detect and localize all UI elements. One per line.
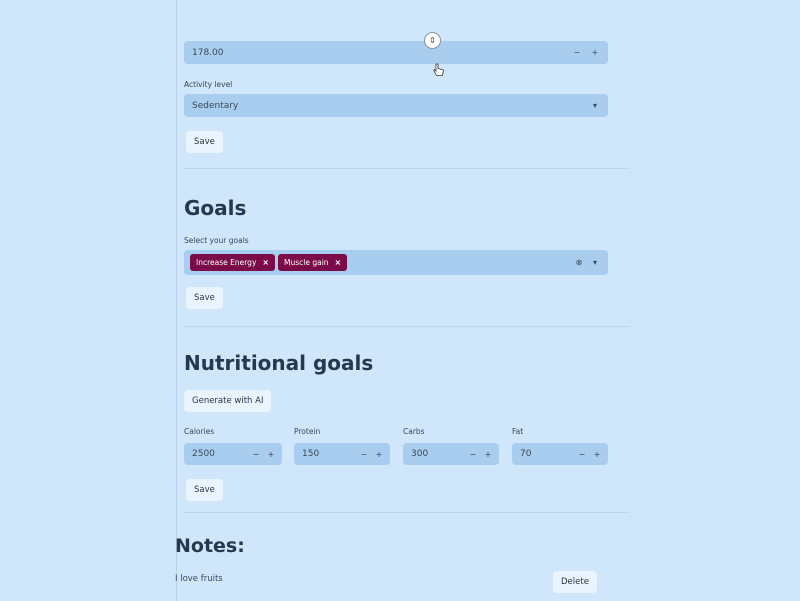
protein-value: 150 — [302, 449, 320, 459]
increment-button[interactable]: + — [588, 41, 602, 64]
hand-cursor-icon — [433, 63, 444, 76]
goals-title: Goals — [184, 196, 247, 220]
section-divider — [184, 168, 630, 169]
activity-level-label: Activity level — [184, 80, 233, 89]
scroll-handle[interactable]: ⇕ — [424, 32, 441, 49]
content-border — [176, 0, 177, 601]
carbs-value: 300 — [411, 449, 429, 459]
decrement-button[interactable]: − — [250, 443, 262, 465]
goal-chip-muscle-gain[interactable]: Muscle gain × — [278, 254, 348, 271]
carbs-label: Carbs — [403, 427, 425, 436]
clear-all-icon[interactable]: ⊗ — [572, 250, 586, 275]
decrement-button[interactable]: − — [576, 443, 588, 465]
save-goals-button[interactable]: Save — [186, 287, 223, 309]
increment-button[interactable]: + — [373, 443, 385, 465]
increment-button[interactable]: + — [591, 443, 603, 465]
note-text: I love fruits — [175, 574, 223, 584]
height-value: 178.00 — [192, 47, 224, 58]
calories-label: Calories — [184, 427, 215, 436]
activity-level-select[interactable]: Sedentary ▾ — [184, 94, 608, 117]
chevron-down-icon: ▾ — [592, 258, 597, 267]
save-profile-button[interactable]: Save — [186, 131, 223, 153]
goal-chip-label: Muscle gain — [284, 258, 329, 267]
activity-level-value: Sedentary — [192, 100, 239, 111]
generate-with-ai-button[interactable]: Generate with AI — [184, 390, 272, 412]
protein-input[interactable]: 150 − + — [294, 443, 390, 465]
carbs-input[interactable]: 300 − + — [403, 443, 499, 465]
fat-value: 70 — [520, 449, 532, 459]
delete-note-button[interactable]: Delete — [553, 571, 597, 593]
chip-remove-icon[interactable]: × — [335, 258, 342, 267]
decrement-button[interactable]: − — [358, 443, 370, 465]
fat-input[interactable]: 70 − + — [512, 443, 608, 465]
app-page: 178.00 − + ⇕ Activity level Sedentary ▾ … — [0, 0, 800, 601]
decrement-button[interactable]: − — [570, 41, 584, 64]
section-divider — [184, 512, 630, 513]
increment-button[interactable]: + — [482, 443, 494, 465]
section-divider — [184, 326, 630, 327]
increment-button[interactable]: + — [265, 443, 277, 465]
decrement-button[interactable]: − — [467, 443, 479, 465]
calories-input[interactable]: 2500 − + — [184, 443, 282, 465]
fat-label: Fat — [512, 427, 524, 436]
nutritional-goals-title: Nutritional goals — [184, 351, 374, 375]
goal-chip-label: Increase Energy — [196, 258, 257, 267]
notes-title: Notes: — [175, 535, 245, 557]
calories-value: 2500 — [192, 449, 215, 459]
save-nutrition-button[interactable]: Save — [186, 479, 223, 501]
chip-remove-icon[interactable]: × — [262, 258, 269, 267]
protein-label: Protein — [294, 427, 321, 436]
chevron-down-icon: ▾ — [592, 101, 597, 110]
height-input[interactable]: 178.00 − + — [184, 41, 608, 64]
goal-chip-increase-energy[interactable]: Increase Energy × — [190, 254, 276, 271]
select-goals-label: Select your goals — [184, 236, 249, 245]
